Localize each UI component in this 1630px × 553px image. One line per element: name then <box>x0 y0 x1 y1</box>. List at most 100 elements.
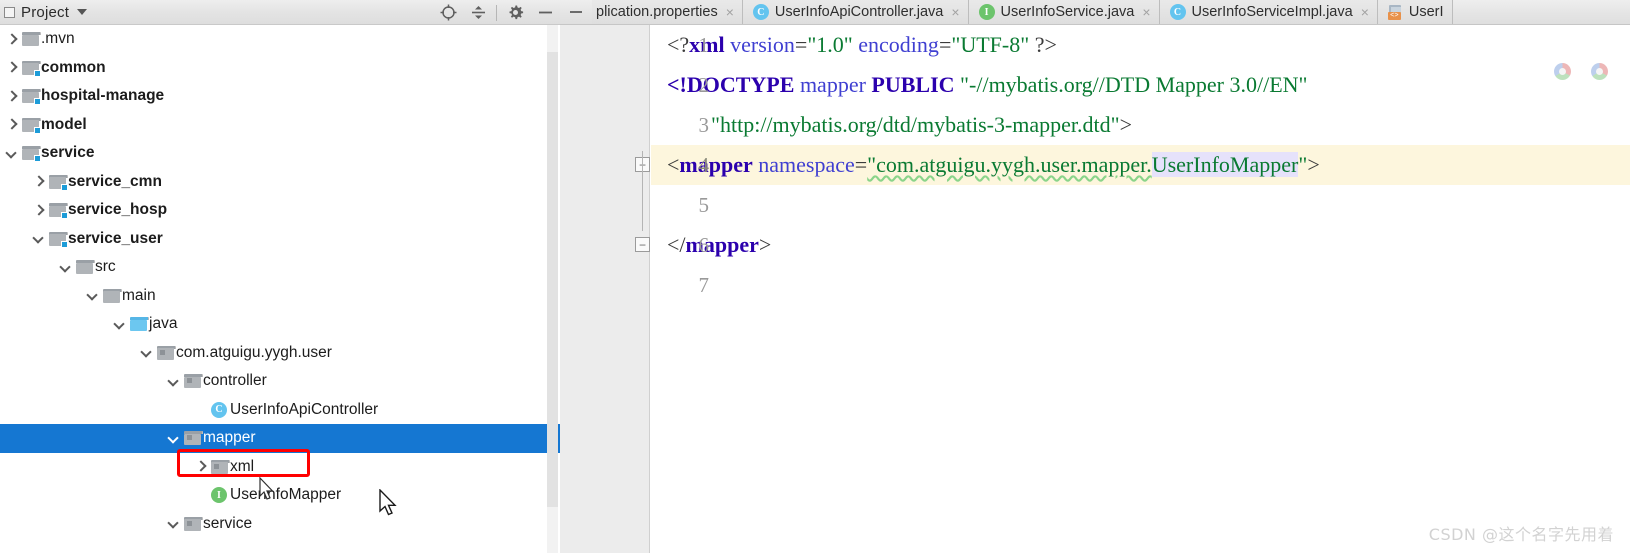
tree-row-label: common <box>41 58 106 76</box>
editor-tab-label: UserInfoService.java <box>1000 4 1135 20</box>
tree-row-xml[interactable]: xml <box>0 453 560 482</box>
tree-row-service-hosp[interactable]: service_hosp <box>0 196 560 225</box>
code-line[interactable]: 6 </mapper> <box>651 225 1630 265</box>
tree-row-src[interactable]: src <box>0 253 560 282</box>
tree-row-java[interactable]: java <box>0 310 560 339</box>
chevron-down-icon[interactable] <box>31 231 46 246</box>
collapse-all-icon[interactable] <box>463 0 493 25</box>
close-icon[interactable]: × <box>1361 4 1369 20</box>
editor-tab[interactable]: I UserInfoService.java × <box>968 0 1160 24</box>
chevron-right-icon[interactable] <box>4 89 19 104</box>
chevron-down-icon[interactable] <box>166 431 181 446</box>
hide-editor-icon[interactable] <box>560 0 592 24</box>
editor-tab[interactable]: plication.properties × <box>592 0 743 24</box>
code-token: "com.atguigu.yygh.user.mapper. <box>867 152 1152 177</box>
chevron-right-icon[interactable] <box>31 174 46 189</box>
editor-tab[interactable]: <> UserI <box>1377 0 1453 24</box>
chevron-right-icon[interactable] <box>4 117 19 132</box>
code-token: = <box>794 32 808 57</box>
folder-package-icon <box>181 374 203 389</box>
chevron-down-icon[interactable] <box>139 345 154 360</box>
editor-code[interactable]: 1 <?xml version="1.0" encoding="UTF-8" ?>… <box>651 25 1630 553</box>
tree-row-label: mapper <box>203 429 256 447</box>
close-icon[interactable]: × <box>726 4 734 20</box>
chevron-down-icon[interactable] <box>112 317 127 332</box>
tree-row-userinfomapper[interactable]: I UserInfoMapper <box>0 481 560 510</box>
tree-row-mapper[interactable]: mapper <box>0 424 560 453</box>
close-icon[interactable]: × <box>1142 4 1150 20</box>
chevron-right-icon[interactable] <box>31 203 46 218</box>
code-token: encoding <box>858 32 939 57</box>
gear-icon[interactable] <box>500 0 530 25</box>
folder-module-icon <box>46 174 68 191</box>
tree-row-service-cmn[interactable]: service_cmn <box>0 168 560 197</box>
folder-plain-icon <box>100 288 122 303</box>
tree-row-model[interactable]: model <box>0 111 560 140</box>
code-token: "1.0" <box>807 32 853 57</box>
interface-icon: I <box>208 487 230 504</box>
code-token: UserInfoMapper <box>1151 152 1299 177</box>
editor-tab[interactable]: C UserInfoServiceImpl.java × <box>1159 0 1378 24</box>
tree-row-label: xml <box>230 457 255 475</box>
editor-tab-bar[interactable]: plication.properties × C UserInfoApiControl… <box>560 0 1630 25</box>
browser-chrome-icon[interactable] <box>1554 63 1571 80</box>
browser-other-icon[interactable] <box>1591 63 1608 80</box>
chevron-down-icon[interactable] <box>166 374 181 389</box>
tree-row-controller[interactable]: controller <box>0 367 560 396</box>
project-panel-header: Project <box>0 0 560 25</box>
line-number: 2 <box>698 72 710 97</box>
tree-row-common[interactable]: common <box>0 54 560 83</box>
project-panel-toolbar <box>433 0 560 25</box>
tree-row-service[interactable]: service <box>0 139 560 168</box>
folder-plain-icon <box>73 260 95 275</box>
chevron-right-icon[interactable] <box>4 60 19 75</box>
code-line[interactable]: 1 <?xml version="1.0" encoding="UTF-8" ?> <box>651 25 1630 65</box>
editor-pane[interactable]: −− 1<?xml version="1.0" encoding="UTF-8"… <box>560 25 1630 553</box>
code-line[interactable]: 4 <mapper namespace="com.atguigu.yygh.use… <box>651 145 1630 185</box>
tree-row-service[interactable]: service <box>0 510 560 539</box>
code-line-text: <mapper namespace="com.atguigu.yygh.user… <box>651 152 1320 178</box>
folder-module-icon <box>19 146 41 163</box>
fold-marker-icon[interactable]: − <box>635 237 650 252</box>
tree-row-service-user[interactable]: service_user <box>0 225 560 254</box>
code-line[interactable]: 3 "http://mybatis.org/dtd/mybatis-3-mapp… <box>651 105 1630 145</box>
tree-row-label: service_cmn <box>68 172 162 190</box>
line-number: 6 <box>698 232 710 257</box>
chevron-down-icon[interactable] <box>4 146 19 161</box>
code-token: " <box>1298 152 1308 177</box>
fold-region-line <box>642 151 643 231</box>
line-number: 1 <box>698 32 710 57</box>
chevron-down-icon[interactable] <box>85 288 100 303</box>
tree-row--mvn[interactable]: .mvn <box>0 25 560 54</box>
tree-row-main[interactable]: main <box>0 282 560 311</box>
toolbar-divider <box>496 4 497 21</box>
folder-package-icon <box>181 516 203 531</box>
line-number: 3 <box>698 112 710 137</box>
tree-row-userinfoapicontroller[interactable]: C UserInfoApiController <box>0 396 560 425</box>
editor-gutter[interactable]: −− <box>560 25 650 553</box>
chevron-right-icon[interactable] <box>193 459 208 474</box>
project-tool-window: Project .mvn common hospital-manage mode… <box>0 0 560 553</box>
tree-row-label: com.atguigu.yygh.user <box>176 343 332 361</box>
project-scrollbar-thumb[interactable] <box>547 52 558 507</box>
tree-row-hospital-manage[interactable]: hospital-manage <box>0 82 560 111</box>
minimize-icon[interactable] <box>530 0 560 25</box>
tree-row-label: UserInfoApiController <box>230 400 379 418</box>
editor-tab[interactable]: C UserInfoApiController.java × <box>742 0 969 24</box>
code-line[interactable]: 7 <box>651 265 1630 305</box>
chevron-down-icon[interactable] <box>58 260 73 275</box>
close-icon[interactable]: × <box>951 4 959 20</box>
folder-package-icon <box>181 431 203 446</box>
code-line[interactable]: 5 <box>651 185 1630 225</box>
project-tree[interactable]: .mvn common hospital-manage model service ser… <box>0 25 560 553</box>
locate-icon[interactable] <box>433 0 463 25</box>
chevron-down-icon[interactable] <box>77 9 88 15</box>
chevron-down-icon[interactable] <box>166 516 181 531</box>
tree-row-com-atguigu-yygh-user[interactable]: com.atguigu.yygh.user <box>0 339 560 368</box>
code-line[interactable]: 2 <!DOCTYPE mapper PUBLIC "-//mybatis.org… <box>651 65 1630 105</box>
tree-row-label: model <box>41 115 87 133</box>
tree-row-label: service_user <box>68 229 163 247</box>
code-token: > <box>1307 152 1320 177</box>
chevron-right-icon[interactable] <box>4 32 19 47</box>
